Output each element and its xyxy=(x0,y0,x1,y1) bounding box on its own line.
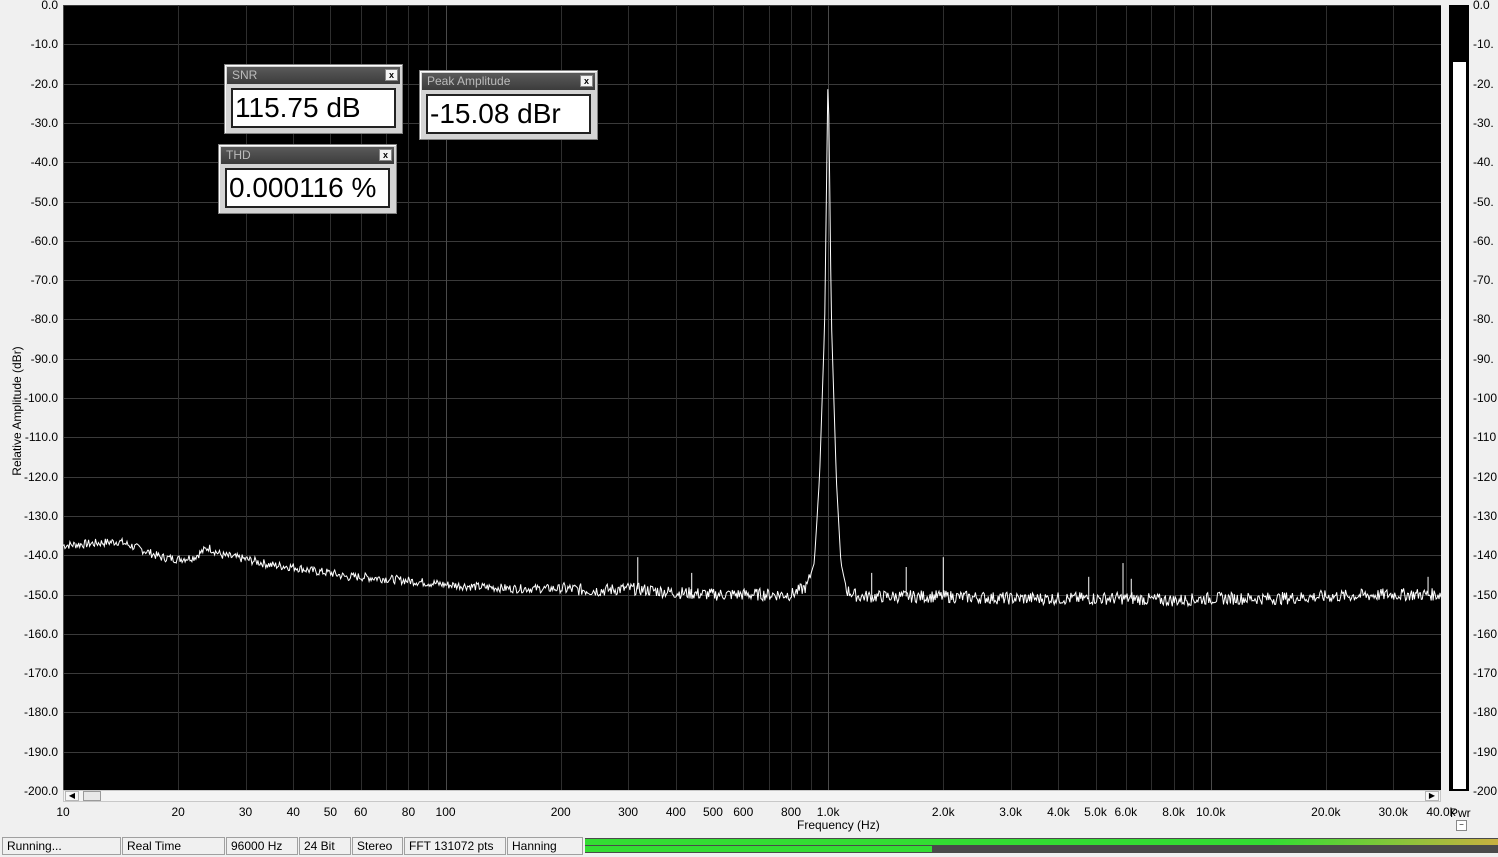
status-bit-depth: 24 Bit xyxy=(299,837,351,855)
scroll-left-button[interactable]: ◀ xyxy=(65,791,79,801)
y-tick-label: -200.0 xyxy=(23,784,58,798)
right-tick-label: -120 xyxy=(1473,469,1498,484)
right-tick-label: -80. xyxy=(1473,312,1494,327)
thd-widget[interactable]: THD x 0.000116 % xyxy=(218,144,397,214)
x-axis-title: Frequency (Hz) xyxy=(797,818,880,832)
right-tick-label: -30. xyxy=(1473,115,1494,130)
scroll-right-button[interactable]: ▶ xyxy=(1425,791,1439,801)
x-tick-label: 300 xyxy=(618,805,639,819)
y-tick-label: -120.0 xyxy=(23,469,58,484)
x-tick-label: 60 xyxy=(354,805,368,819)
level-meter-left xyxy=(585,839,1498,845)
x-tick-label: 500 xyxy=(702,805,723,819)
right-tick-label: -110 xyxy=(1473,430,1497,445)
x-tick-label: 80 xyxy=(401,805,416,819)
peak-amplitude-widget-title: Peak Amplitude xyxy=(422,73,595,90)
right-tick-label: 0.0 xyxy=(1473,0,1490,12)
x-tick-label: 400 xyxy=(665,805,686,819)
meter-minimize-button[interactable]: − xyxy=(1456,820,1467,831)
right-tick-label: -90. xyxy=(1473,351,1494,366)
x-tick-label: 200 xyxy=(550,805,571,819)
snr-widget[interactable]: SNR x 115.75 dB xyxy=(224,64,403,134)
x-tick-label: 6.0k xyxy=(1114,805,1138,819)
right-tick-label: -20. xyxy=(1473,76,1494,91)
y-tick-label: -20.0 xyxy=(30,76,58,91)
y-tick-label: -80.0 xyxy=(30,312,58,327)
y-tick-label: -140.0 xyxy=(23,548,58,563)
y-tick-label: -50.0 xyxy=(30,194,58,209)
status-state: Running... xyxy=(2,837,121,855)
x-tick-label: 600 xyxy=(733,805,754,819)
x-tick-label: 40 xyxy=(286,805,300,819)
right-tick-label: -180 xyxy=(1473,705,1498,720)
x-tick-label: 50 xyxy=(323,805,338,819)
frequency-scrollbar[interactable]: ◀ ▶ xyxy=(63,790,1441,802)
snr-value: 115.75 dB xyxy=(231,88,396,128)
y-tick-label: -30.0 xyxy=(30,115,58,130)
status-channels: Stereo xyxy=(352,837,403,855)
right-tick-label: -70. xyxy=(1473,273,1494,288)
right-tick-label: -10. xyxy=(1473,37,1494,52)
x-tick-label: 20.0k xyxy=(1311,805,1341,819)
status-mode: Real Time xyxy=(122,837,225,855)
x-tick-label: 10 xyxy=(56,805,70,819)
y-tick-label: -40.0 xyxy=(30,155,58,170)
right-tick-label: -50. xyxy=(1473,194,1494,209)
thd-widget-title: THD xyxy=(221,147,394,164)
x-tick-label: 10.0k xyxy=(1195,805,1226,819)
thd-value: 0.000116 % xyxy=(225,168,390,208)
x-tick-label: 30 xyxy=(238,805,253,819)
peak-amplitude-widget[interactable]: Peak Amplitude x -15.08 dBr xyxy=(419,70,598,140)
right-tick-label: -130 xyxy=(1473,508,1498,523)
y-tick-label: -190.0 xyxy=(23,744,58,759)
snr-widget-title: SNR xyxy=(227,67,400,84)
x-tick-label: 5.0k xyxy=(1084,805,1107,819)
power-meter-label: Pwr xyxy=(1450,806,1471,820)
status-window: Hanning xyxy=(507,837,583,855)
x-tick-label: 3.0k xyxy=(999,805,1022,819)
y-tick-label: -130.0 xyxy=(23,508,58,523)
y-tick-label: -90.0 xyxy=(30,351,58,366)
y-tick-label: -60.0 xyxy=(30,233,58,248)
y-tick-label: -180.0 xyxy=(23,705,58,720)
right-tick-label: -60. xyxy=(1473,233,1494,248)
y-tick-label: -70.0 xyxy=(30,273,58,288)
level-meter-right xyxy=(585,846,932,852)
y-tick-label: -150.0 xyxy=(23,587,58,602)
y-tick-label: -160.0 xyxy=(23,626,58,641)
thd-close-button[interactable]: x xyxy=(379,149,392,161)
x-tick-label: 8.0k xyxy=(1162,805,1185,819)
right-tick-label: -100 xyxy=(1473,391,1498,405)
scroll-thumb[interactable] xyxy=(83,791,101,801)
x-tick-label: 2.0k xyxy=(931,805,955,819)
right-tick-label: -40. xyxy=(1473,155,1494,170)
status-fft-size: FFT 131072 pts xyxy=(404,837,506,855)
peak-amplitude-value: -15.08 dBr xyxy=(426,94,591,134)
y-tick-label: -10.0 xyxy=(30,37,58,52)
y-tick-label: -110.0 xyxy=(24,430,58,445)
x-tick-label: 800 xyxy=(781,805,802,819)
x-tick-label: 100 xyxy=(435,805,456,819)
right-tick-label: -190 xyxy=(1473,744,1498,759)
peak-amplitude-close-button[interactable]: x xyxy=(580,75,593,87)
x-tick-label: 30.0k xyxy=(1378,805,1408,819)
x-tick-label: 4.0k xyxy=(1047,805,1070,819)
snr-close-button[interactable]: x xyxy=(385,69,398,81)
x-tick-label: 20 xyxy=(171,805,185,819)
right-tick-label: -150 xyxy=(1473,587,1498,602)
x-tick-label: 1.0k xyxy=(816,805,840,819)
y-tick-label: -170.0 xyxy=(23,666,58,681)
right-tick-label: -160 xyxy=(1473,626,1498,641)
y-tick-label: 0.0 xyxy=(41,0,58,12)
level-meter-bar xyxy=(585,838,1498,853)
power-meter-level xyxy=(1453,61,1466,789)
right-tick-label: -170 xyxy=(1473,666,1498,681)
y-tick-label: -100.0 xyxy=(23,391,58,405)
right-tick-label: -140 xyxy=(1473,548,1498,563)
right-tick-label: -200 xyxy=(1473,784,1498,798)
y-axis-title: Relative Amplitude (dBr) xyxy=(10,346,24,476)
status-sample-rate: 96000 Hz xyxy=(226,837,298,855)
